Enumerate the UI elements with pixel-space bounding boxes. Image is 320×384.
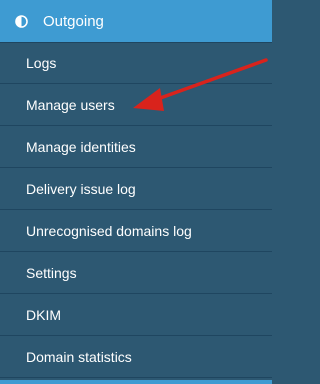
menu-item-label: Domain statistics — [26, 348, 132, 365]
section-header-outgoing[interactable]: Outgoing — [0, 0, 272, 42]
menu-item-unrecognised-domains-log[interactable]: Unrecognised domains log — [0, 210, 272, 252]
section-header-label: Outgoing — [43, 12, 104, 30]
menu-item-label: Manage identities — [26, 138, 136, 155]
menu-item-settings[interactable]: Settings — [0, 252, 272, 294]
sidebar: Outgoing Logs Manage users Manage identi… — [0, 0, 272, 384]
menu-item-logs[interactable]: Logs — [0, 42, 272, 84]
menu-item-manage-users[interactable]: Manage users — [0, 84, 272, 126]
menu-item-manage-identities[interactable]: Manage identities — [0, 126, 272, 168]
menu-item-dkim[interactable]: DKIM — [0, 294, 272, 336]
menu-item-label: Unrecognised domains log — [26, 222, 192, 239]
menu-item-label: DKIM — [26, 306, 61, 323]
outgoing-menu: Logs Manage users Manage identities Deli… — [0, 42, 272, 378]
menu-item-label: Delivery issue log — [26, 180, 136, 197]
menu-item-label: Settings — [26, 264, 77, 281]
bottom-accent-bar — [0, 380, 272, 384]
half-circle-icon — [15, 14, 28, 28]
menu-item-label: Manage users — [26, 96, 115, 113]
menu-item-label: Logs — [26, 55, 57, 71]
menu-item-delivery-issue-log[interactable]: Delivery issue log — [0, 168, 272, 210]
menu-item-domain-statistics[interactable]: Domain statistics — [0, 336, 272, 378]
